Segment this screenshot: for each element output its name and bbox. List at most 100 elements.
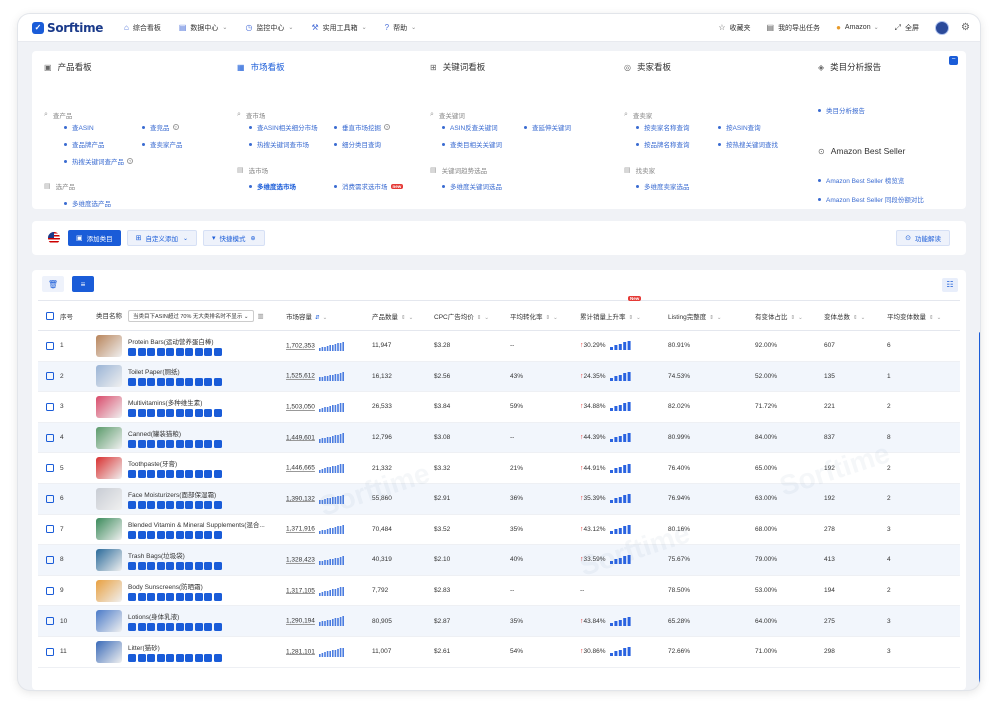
- link-keyword-market[interactable]: 热搜关键词查市场: [249, 139, 309, 149]
- category-action-icon[interactable]: [185, 592, 193, 601]
- category-action-icon[interactable]: [213, 623, 222, 632]
- category-action-icon[interactable]: [185, 408, 193, 417]
- category-action-icon[interactable]: [175, 470, 184, 479]
- category-action-icon[interactable]: [194, 439, 203, 448]
- link-demand-market[interactable]: 消费需求选市场 new: [334, 181, 404, 191]
- category-action-icon[interactable]: [137, 653, 146, 662]
- nav-item[interactable]: ◷ 监控中心 ⌄: [245, 23, 293, 33]
- category-action-icon[interactable]: [175, 378, 184, 387]
- market-cap-value[interactable]: 1,328,423: [286, 557, 315, 564]
- market-cap-value[interactable]: 1,390,132: [286, 495, 315, 502]
- header-market-cap[interactable]: 市场容量 ⇵ ⌄: [286, 300, 372, 331]
- export-tasks-link[interactable]: ▤ 我的导出任务: [767, 23, 821, 33]
- category-action-icon[interactable]: [194, 623, 203, 632]
- category-action-icon[interactable]: [156, 592, 165, 601]
- category-action-icon[interactable]: [147, 592, 155, 601]
- checkbox[interactable]: [46, 311, 54, 320]
- category-action-icon[interactable]: [204, 408, 212, 417]
- category-action-icon[interactable]: [128, 347, 136, 356]
- header-product-count[interactable]: 产品数量 ⇕ ⌄: [372, 300, 434, 331]
- sort-icon[interactable]: ⇕: [929, 315, 934, 321]
- category-action-icon[interactable]: [156, 561, 165, 570]
- category-name[interactable]: Trash Bags(垃圾袋): [128, 550, 223, 560]
- category-action-icon[interactable]: [194, 408, 203, 417]
- category-action-icon[interactable]: [213, 500, 222, 509]
- category-action-icon[interactable]: [166, 561, 174, 570]
- category-action-icon[interactable]: [185, 500, 193, 509]
- category-action-icon[interactable]: [128, 592, 136, 601]
- category-name[interactable]: Toilet Paper(厕纸): [128, 366, 223, 376]
- category-action-icon[interactable]: [204, 500, 212, 509]
- category-action-icon[interactable]: [147, 347, 155, 356]
- category-action-icon[interactable]: [194, 653, 203, 662]
- category-action-icon[interactable]: [194, 561, 203, 570]
- category-action-icon[interactable]: [175, 347, 184, 356]
- category-action-icon[interactable]: [185, 623, 193, 632]
- seller-board-title[interactable]: ◎ 卖家看板: [624, 61, 671, 73]
- category-action-icon[interactable]: [166, 623, 174, 632]
- category-action-icon[interactable]: [128, 500, 136, 509]
- header-variant-total[interactable]: 变体总数 ⇕ ⌄: [824, 300, 887, 331]
- row-checkbox[interactable]: [46, 525, 54, 534]
- category-action-icon[interactable]: [213, 531, 222, 540]
- category-action-icon[interactable]: [147, 408, 155, 417]
- category-action-icon[interactable]: [213, 470, 222, 479]
- category-action-icon[interactable]: [213, 378, 222, 387]
- category-action-icon[interactable]: [156, 347, 165, 356]
- category-action-icon[interactable]: [166, 531, 174, 540]
- category-action-icon[interactable]: [194, 531, 203, 540]
- chevron-down-icon[interactable]: ⌄: [323, 315, 328, 321]
- category-report-title[interactable]: ◈ 类目分析报告: [818, 61, 881, 73]
- category-action-icon[interactable]: [194, 500, 203, 509]
- category-action-icon[interactable]: [156, 470, 165, 479]
- link-subcategory[interactable]: 细分类目查询: [334, 139, 381, 149]
- category-action-icon[interactable]: [204, 561, 212, 570]
- nav-item[interactable]: ▤ 数据中心 ⌄: [179, 23, 228, 33]
- category-action-icon[interactable]: [175, 531, 184, 540]
- category-action-icon[interactable]: [156, 653, 165, 662]
- row-checkbox[interactable]: [46, 555, 54, 564]
- link-competitor[interactable]: 查竞品?: [142, 122, 179, 132]
- category-action-icon[interactable]: [166, 439, 174, 448]
- custom-add-button[interactable]: ⊞ 自定义添加 ⌄: [126, 230, 198, 246]
- nav-item[interactable]: ? 帮助 ⌄: [385, 23, 416, 33]
- category-action-icon[interactable]: [147, 500, 155, 509]
- header-variant-ratio[interactable]: 有变体占比 ⇕ ⌄: [755, 300, 824, 331]
- category-action-icon[interactable]: [213, 439, 222, 448]
- category-action-icon[interactable]: [185, 347, 193, 356]
- header-avg-variant[interactable]: 平均变体数量 ⇕ ⌄: [887, 300, 960, 331]
- link-category-keyword[interactable]: 查类目相关关键词: [442, 139, 502, 149]
- row-checkbox[interactable]: [46, 586, 54, 595]
- us-flag-icon[interactable]: [48, 232, 60, 244]
- category-action-icon[interactable]: [204, 378, 212, 387]
- chevron-down-icon[interactable]: ⌄: [553, 315, 558, 321]
- table-row[interactable]: 7 Blended Vitamin & Mineral Supplements(混…: [38, 514, 960, 546]
- category-action-icon[interactable]: [175, 653, 184, 662]
- link-seller-product[interactable]: 查卖家产品: [142, 139, 183, 149]
- category-action-icon[interactable]: [128, 653, 136, 662]
- category-action-icon[interactable]: [156, 439, 165, 448]
- grid-view-icon[interactable]: ☷: [942, 278, 958, 292]
- product-thumbnail[interactable]: [96, 334, 122, 357]
- nav-item[interactable]: ⚒ 实用工具箱 ⌄: [311, 23, 366, 33]
- link-best-seller-compare[interactable]: Amazon Best Seller 同段份额对比: [818, 194, 924, 204]
- link-asin-keyword[interactable]: ASIN反查关键词: [442, 122, 498, 132]
- market-cap-value[interactable]: 1,525,612: [286, 373, 315, 380]
- category-action-icon[interactable]: [194, 378, 203, 387]
- category-action-icon[interactable]: [166, 347, 174, 356]
- category-action-icon[interactable]: [166, 592, 174, 601]
- category-action-icon[interactable]: [204, 653, 212, 662]
- category-action-icon[interactable]: [128, 408, 136, 417]
- category-action-icon[interactable]: [175, 439, 184, 448]
- link-extended-keyword[interactable]: 查延伸关键词: [524, 122, 571, 132]
- category-action-icon[interactable]: [166, 470, 174, 479]
- category-action-icon[interactable]: [137, 439, 146, 448]
- product-thumbnail[interactable]: [96, 610, 122, 633]
- category-action-icon[interactable]: [204, 439, 212, 448]
- category-action-icon[interactable]: [137, 561, 146, 570]
- sort-icon[interactable]: ⇕: [546, 315, 551, 321]
- category-action-icon[interactable]: [128, 561, 136, 570]
- table-row[interactable]: 8 Trash Bags(垃圾袋) 1,328,423 40,319 $2.10 40% ↑…: [38, 544, 960, 576]
- sort-icon[interactable]: ⇕: [791, 315, 796, 321]
- sort-icon[interactable]: ⇕: [629, 315, 634, 321]
